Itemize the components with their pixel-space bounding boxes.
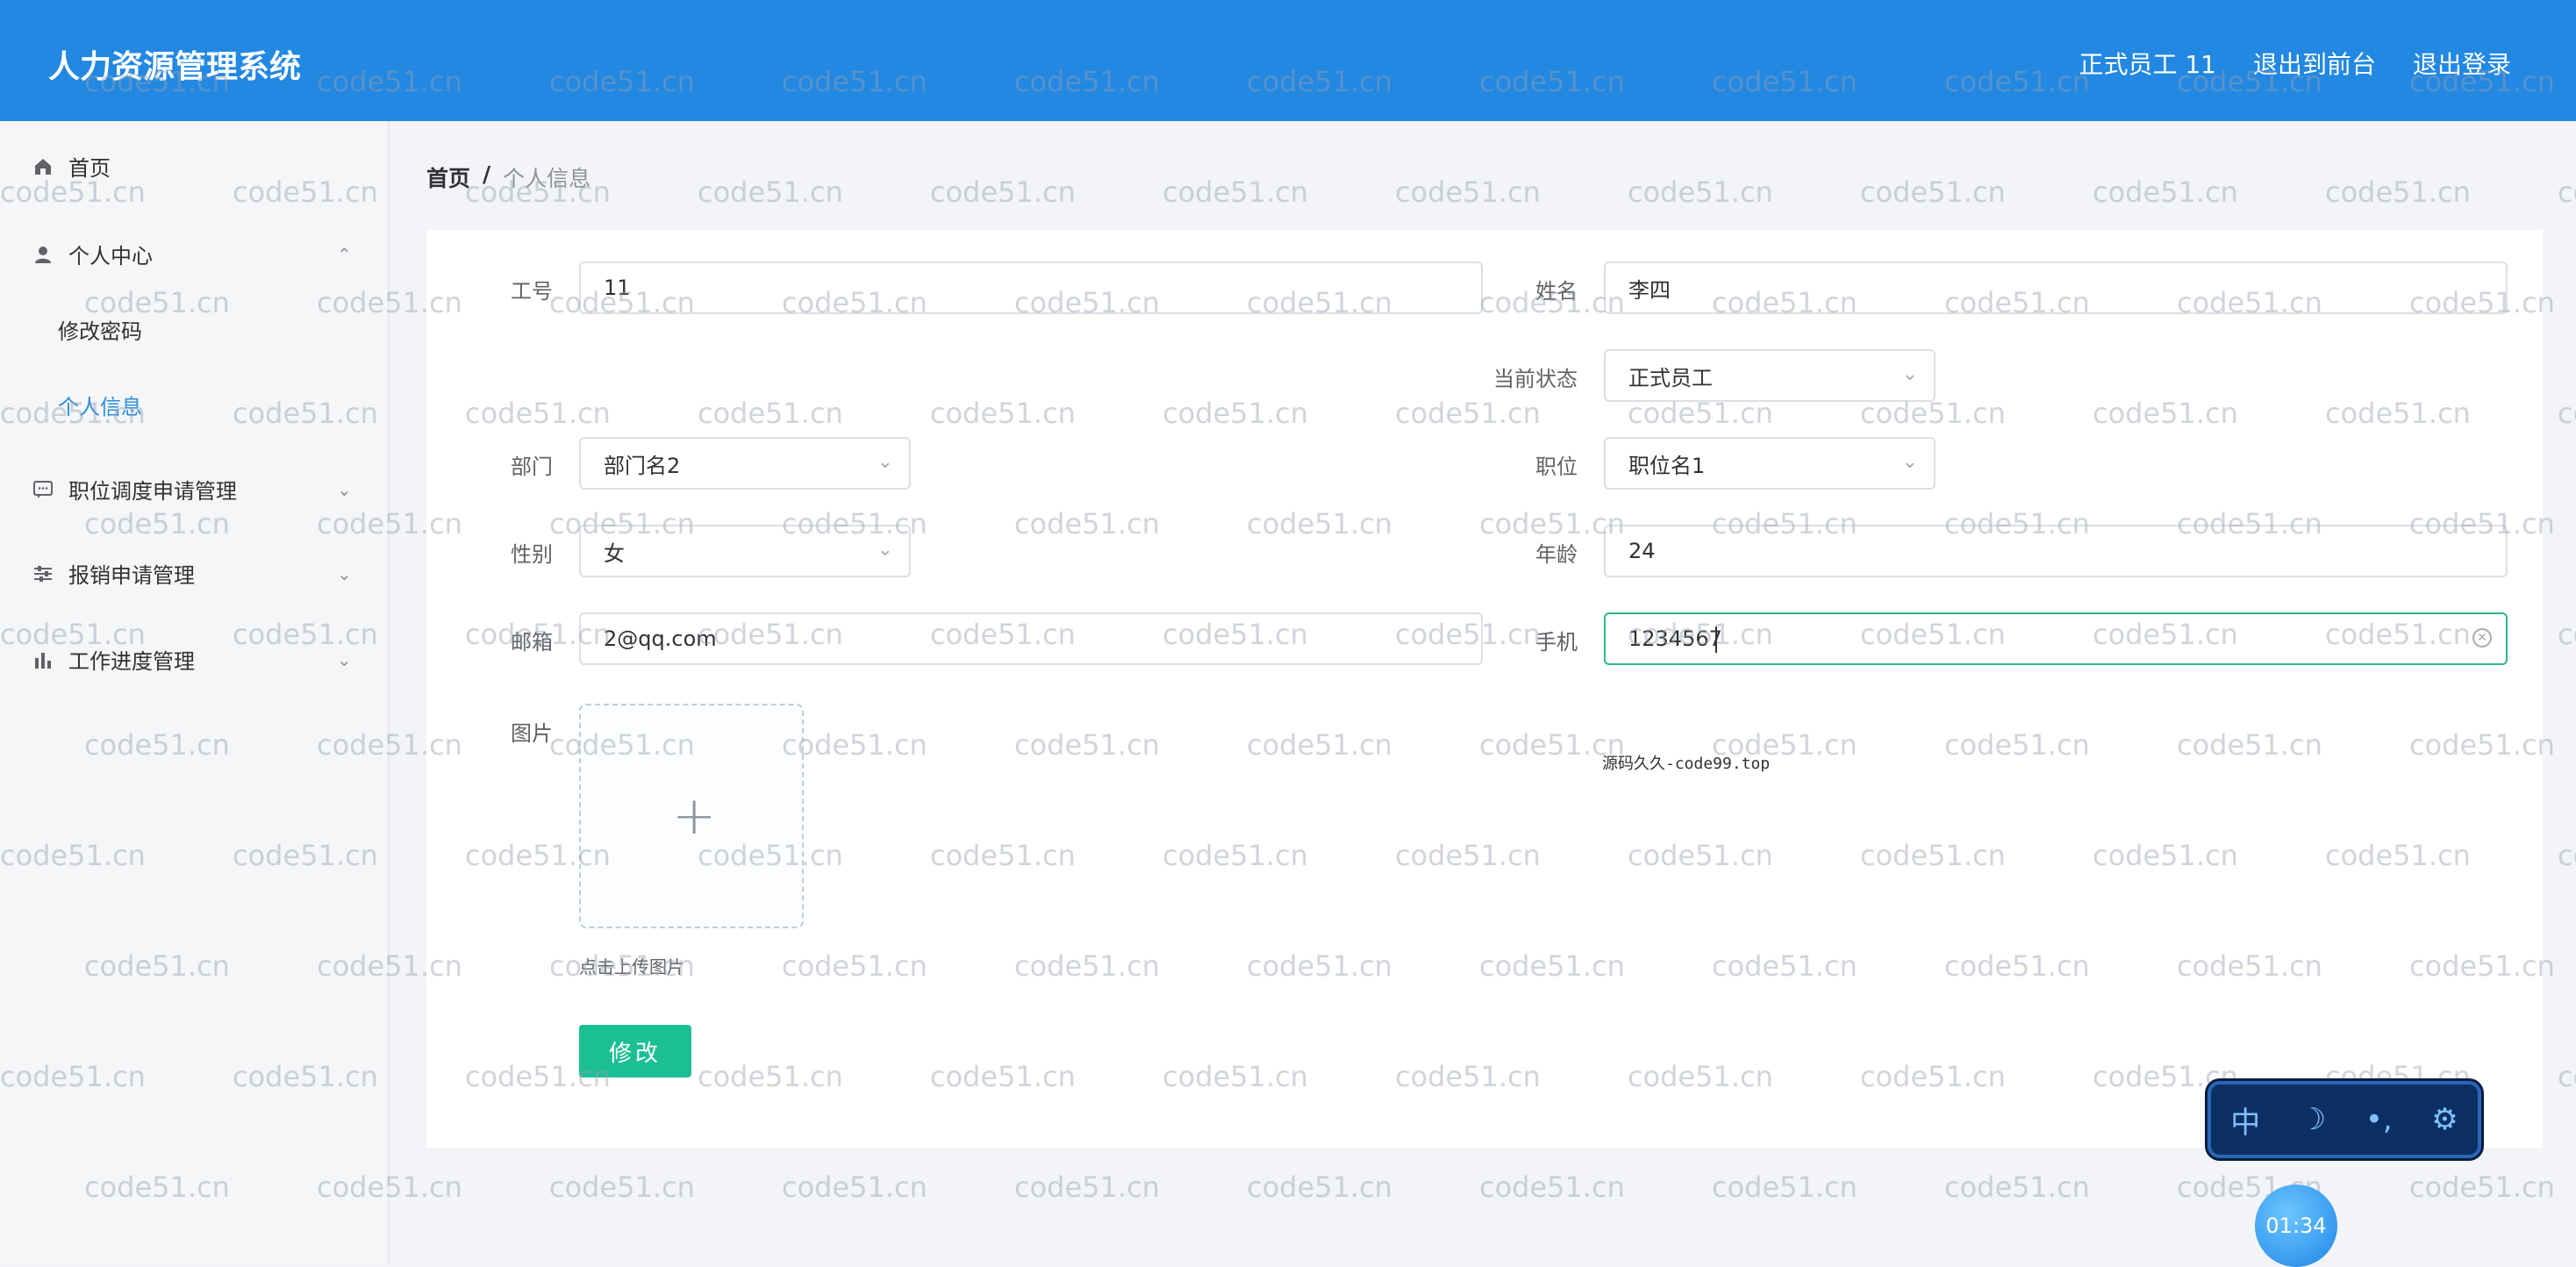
lang-toggle-button[interactable]: 中 [2230,1099,2260,1142]
chevron-down-icon: ⌄ [1901,451,1918,473]
chevron-down-icon: ⌄ [1901,363,1918,385]
timer-badge[interactable]: 01:34 [2255,1185,2337,1267]
photo-upload[interactable]: + [579,704,804,928]
breadcrumb-home[interactable]: 首页 [426,161,470,193]
breadcrumb: 首页 / 个人信息 [426,161,590,193]
breadcrumb-current: 个人信息 [503,166,591,191]
gender-select[interactable]: 女 ⌄ [579,525,911,577]
message-icon [32,478,54,501]
sliders-icon [32,562,54,585]
job-no-value: 11 [604,276,631,300]
toolbar-widget: 中 ☽ •, ⚙ [2207,1081,2481,1158]
position-label: 职位 [1535,455,1578,479]
upload-tip: 点击上传图片 [579,956,684,977]
email-value: 2@qq.com [604,626,717,651]
text-caret [1715,626,1717,653]
back-to-front-link[interactable]: 退出到前台 [2253,46,2376,81]
profile-form: 工号 11 姓名 李四 当前状态 正式员工 ⌄ 部门 部门名2 ⌄ 职位 职位名… [426,230,2543,1148]
gender-label: 性别 [511,542,553,567]
home-icon [32,155,54,178]
sidebar-item-home[interactable]: 首页 [32,151,111,182]
sidebar-item-label: 报销申请管理 [68,563,195,588]
phone-label: 手机 [1535,630,1578,655]
job-no-input[interactable]: 11 [579,261,1483,314]
name-input[interactable]: 李四 [1604,261,2508,314]
gear-icon[interactable]: ⚙ [2431,1102,2458,1137]
name-value: 李四 [1628,277,1671,303]
age-value: 24 [1628,539,1656,563]
status-select[interactable]: 正式员工 ⌄ [1604,349,1936,402]
user-icon [32,243,54,266]
name-label: 姓名 [1535,279,1578,304]
submit-edit-button[interactable]: 修改 [579,1025,691,1077]
breadcrumb-separator: / [483,161,491,187]
overlay-note: 源码久久-code99.top [1602,755,1771,773]
chevron-down-icon: ⌄ [337,562,352,584]
bar-chart-icon [32,648,54,671]
sidebar-item-reimbursement[interactable]: 报销申请管理 ⌄ [32,558,352,589]
phone-value: 1234567 [1628,626,1722,651]
sidebar-item-label: 职位调度申请管理 [68,479,237,504]
position-value: 职位名1 [1628,453,1706,478]
sidebar-item-transfer-requests[interactable]: 职位调度申请管理 ⌄ [32,474,352,505]
sidebar-item-label: 首页 [68,156,111,181]
job-no-label: 工号 [511,279,553,304]
age-input[interactable]: 24 [1604,525,2508,577]
age-label: 年龄 [1535,542,1578,567]
sidebar-item-personal-center[interactable]: 个人中心 ⌃ [32,239,352,269]
chevron-down-icon: ⌄ [877,539,893,561]
phone-input[interactable]: 1234567 ✕ [1604,612,2508,665]
sidebar-item-personal-info[interactable]: 个人信息 [58,390,142,420]
email-label: 邮箱 [511,630,553,655]
chevron-up-icon: ⌃ [337,243,352,265]
chevron-down-icon: ⌄ [877,451,893,473]
sidebar-item-label: 工作进度管理 [68,649,195,674]
sidebar: 首页 个人中心 ⌃ 修改密码 个人信息 职位调度申请管理 ⌄ 报销申请管理 ⌄ … [0,121,390,1263]
moon-icon[interactable]: ☽ [2300,1102,2326,1137]
header-actions: 正式员工 11 退出到前台 退出登录 [2079,46,2511,81]
logout-link[interactable]: 退出登录 [2413,46,2511,81]
position-select[interactable]: 职位名1 ⌄ [1604,437,1936,490]
current-user-label: 正式员工 11 [2079,50,2216,79]
top-header: 人力资源管理系统 正式员工 11 退出到前台 退出登录 [0,0,2576,121]
email-input[interactable]: 2@qq.com [579,612,1483,665]
photo-label: 图片 [511,721,553,746]
clear-icon[interactable]: ✕ [2472,628,2492,648]
status-value: 正式员工 [1628,365,1713,390]
department-value: 部门名2 [604,453,681,478]
app-title: 人力资源管理系统 [48,49,302,85]
chevron-down-icon: ⌄ [337,478,352,500]
status-label: 当前状态 [1493,367,1578,391]
chevron-down-icon: ⌄ [337,648,352,670]
sidebar-item-work-progress[interactable]: 工作进度管理 ⌄ [32,644,352,675]
gender-value: 女 [604,540,625,566]
department-select[interactable]: 部门名2 ⌄ [579,437,911,490]
plus-icon: + [672,785,717,847]
sidebar-item-change-password[interactable]: 修改密码 [58,314,142,345]
sidebar-item-label: 个人中心 [68,244,153,268]
department-label: 部门 [511,455,553,479]
punctuation-icon[interactable]: •, [2365,1102,2393,1137]
